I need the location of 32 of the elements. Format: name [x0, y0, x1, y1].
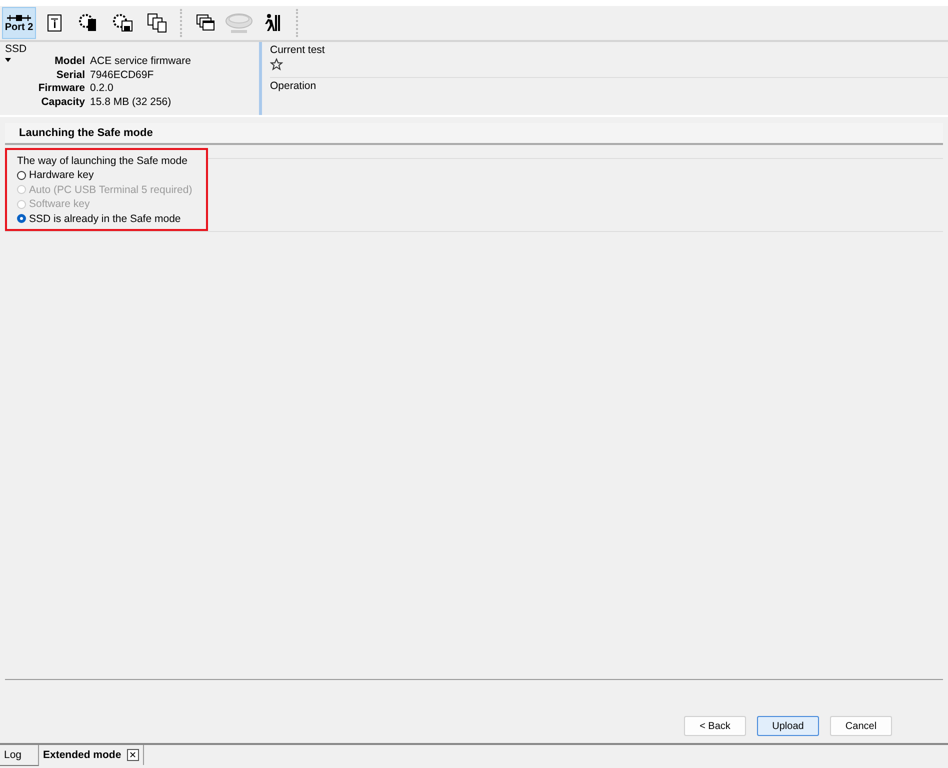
- caret-icon[interactable]: [5, 58, 11, 62]
- field-value: 15.8 MB (32 256): [90, 96, 172, 110]
- connector-icon: [6, 14, 32, 22]
- close-button[interactable]: ✕: [127, 749, 140, 761]
- gear-disk-icon[interactable]: [111, 12, 135, 34]
- field-label: Capacity: [40, 96, 85, 110]
- panel-title: Operation: [270, 80, 318, 92]
- field-label: Firmware: [37, 82, 85, 96]
- section-header: Launching the Safe mode: [5, 123, 943, 145]
- tab-label: Extended mode: [43, 749, 122, 761]
- field-value: 7946ECD69F: [90, 68, 155, 82]
- runner-icon[interactable]: [263, 12, 283, 34]
- field-value: ACE service firmware: [90, 55, 191, 69]
- port-button[interactable]: Port 2: [2, 7, 36, 39]
- field-label: Model: [54, 55, 85, 69]
- radio-label: Auto (PC USB Terminal 5 required): [29, 184, 192, 196]
- pages-icon[interactable]: [145, 12, 169, 34]
- field-label: Serial: [55, 68, 85, 82]
- group-title: The way of launching the Safe mode: [17, 154, 188, 168]
- dialog-button[interactable]: < Back: [684, 716, 746, 736]
- panel-title: Current test: [270, 44, 326, 56]
- star-icon[interactable]: [270, 58, 283, 71]
- field-value: 0.2.0: [90, 82, 114, 96]
- tab-label: Log: [4, 749, 22, 761]
- dialog-button[interactable]: Upload: [757, 716, 819, 736]
- radio-label: SSD is already in the Safe mode: [29, 212, 181, 225]
- radio-button[interactable]: [17, 170, 26, 180]
- radio-button[interactable]: [17, 214, 26, 224]
- radio-label: Hardware key: [29, 169, 94, 182]
- radio-label: Software key: [29, 198, 90, 210]
- dialog-button[interactable]: Cancel: [830, 716, 892, 736]
- panel-title: SSD: [5, 43, 28, 55]
